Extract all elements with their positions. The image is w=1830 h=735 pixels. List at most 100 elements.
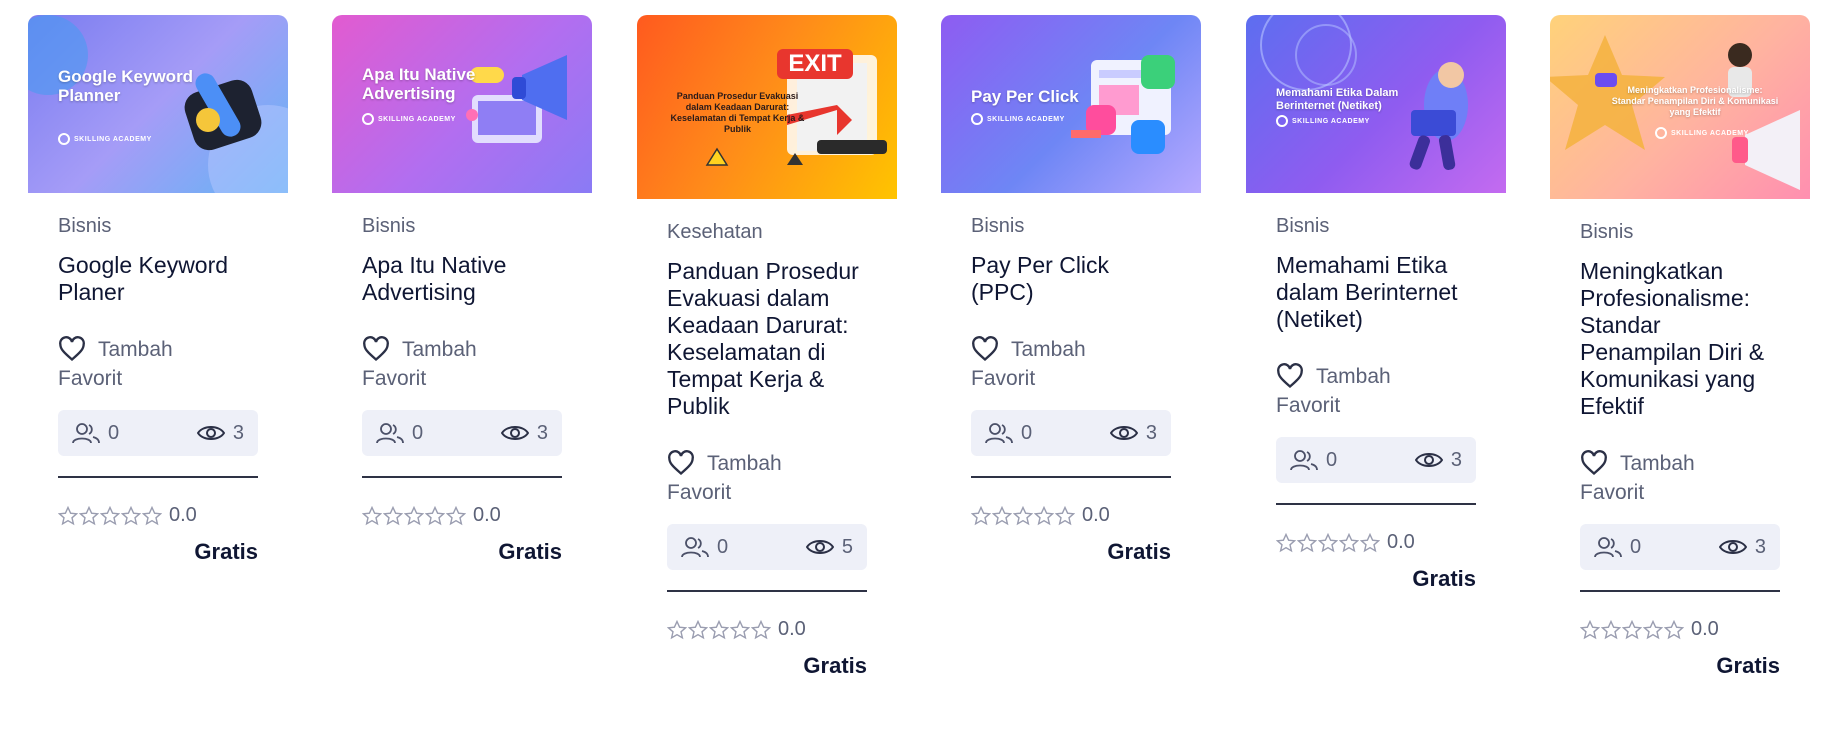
views-stat: 3	[1414, 449, 1462, 472]
course-stats: 0 3	[362, 410, 562, 456]
course-thumbnail[interactable]: Meningkatkan Profesionalisme: Standar Pe…	[1550, 15, 1810, 199]
add-favorite-button[interactable]: Tambah Favorit	[362, 336, 562, 394]
participants-stat: 0	[1594, 536, 1641, 559]
course-thumbnail[interactable]: Apa Itu Native Advertising SKILLING ACAD…	[332, 15, 592, 193]
course-card[interactable]: EXIT Panduan Prosedur Evakuasi dalam Kea…	[637, 15, 897, 679]
star-rating	[1580, 619, 1685, 640]
star-icon	[1664, 619, 1684, 639]
star-icon	[383, 505, 403, 525]
star-icon	[1276, 532, 1296, 552]
heart-icon	[1277, 363, 1303, 389]
course-thumbnail[interactable]: Google Keyword Planner SKILLING ACADEMY	[28, 15, 288, 193]
course-price: Gratis	[194, 539, 258, 564]
academy-logo: SKILLING ACADEMY	[1276, 115, 1370, 127]
course-price: Gratis	[498, 539, 562, 564]
course-category: Bisnis	[362, 215, 416, 237]
users-icon	[1594, 537, 1622, 558]
participants-stat: 0	[985, 422, 1032, 445]
course-price: Gratis	[803, 653, 867, 678]
participants-stat: 0	[376, 422, 423, 445]
add-favorite-button[interactable]: Tambah Favorit	[1276, 363, 1476, 421]
star-icon	[1360, 532, 1380, 552]
add-favorite-button[interactable]: Tambah Favorit	[971, 336, 1171, 394]
course-stats: 0 5	[667, 524, 867, 570]
participants-stat: 0	[72, 422, 119, 445]
course-stats: 0 3	[971, 410, 1171, 456]
star-icon	[688, 619, 708, 639]
eye-icon	[1718, 540, 1747, 554]
favorite-label: Favorit	[1276, 394, 1341, 417]
users-icon	[72, 423, 100, 444]
views-stat: 3	[196, 422, 244, 445]
eye-icon	[805, 540, 834, 554]
star-icon	[971, 505, 991, 525]
course-card[interactable]: Google Keyword Planner SKILLING ACADEMY …	[28, 15, 288, 565]
participants-stat: 0	[1290, 449, 1337, 472]
divider	[971, 476, 1171, 478]
course-card[interactable]: Pay Per Click SKILLING ACADEMY Bisnis Pa…	[941, 15, 1201, 565]
star-icon	[121, 505, 141, 525]
course-price: Gratis	[1107, 539, 1171, 564]
star-icon	[425, 505, 445, 525]
rating: 0.0	[362, 504, 562, 527]
star-rating	[58, 505, 163, 526]
eye-icon	[196, 426, 225, 440]
course-title[interactable]: Memahami Etika dalam Berinternet (Netike…	[1276, 252, 1476, 333]
star-icon	[142, 505, 162, 525]
course-title[interactable]: Pay Per Click (PPC)	[971, 252, 1171, 306]
star-icon	[992, 505, 1012, 525]
star-icon	[709, 619, 729, 639]
star-icon	[751, 619, 771, 639]
course-card[interactable]: Memahami Etika Dalam Berinternet (Netike…	[1246, 15, 1506, 592]
course-thumbnail[interactable]: EXIT Panduan Prosedur Evakuasi dalam Kea…	[637, 15, 897, 199]
rating: 0.0	[1276, 531, 1476, 554]
course-category: Bisnis	[58, 215, 112, 237]
divider	[1276, 503, 1476, 505]
eye-icon	[1109, 426, 1138, 440]
users-icon	[1290, 450, 1318, 471]
academy-logo: SKILLING ACADEMY	[58, 133, 152, 145]
rating: 0.0	[1580, 618, 1780, 641]
course-price: Gratis	[1716, 653, 1780, 678]
course-card[interactable]: Meningkatkan Profesionalisme: Standar Pe…	[1550, 15, 1810, 679]
star-rating	[971, 505, 1076, 526]
add-favorite-button[interactable]: Tambah Favorit	[58, 336, 258, 394]
star-rating	[362, 505, 467, 526]
course-stats: 0 3	[1580, 524, 1780, 570]
favorite-label: Favorit	[58, 367, 123, 390]
views-stat: 3	[1109, 422, 1157, 445]
course-title[interactable]: Apa Itu Native Advertising	[362, 252, 562, 306]
star-icon	[1601, 619, 1621, 639]
course-category: Bisnis	[1580, 221, 1634, 243]
course-title[interactable]: Meningkatkan Profesionalisme: Standar Pe…	[1580, 258, 1780, 420]
rating: 0.0	[971, 504, 1171, 527]
thumbnail-title: Meningkatkan Profesionalisme: Standar Pe…	[1611, 85, 1779, 117]
rating: 0.0	[667, 618, 867, 641]
star-icon	[79, 505, 99, 525]
academy-logo: SKILLING ACADEMY	[971, 113, 1065, 125]
course-thumbnail[interactable]: Memahami Etika Dalam Berinternet (Netike…	[1246, 15, 1506, 193]
course-category: Kesehatan	[667, 221, 763, 243]
exit-sign: EXIT	[777, 49, 853, 79]
course-thumbnail[interactable]: Pay Per Click SKILLING ACADEMY	[941, 15, 1201, 193]
star-icon	[1622, 619, 1642, 639]
add-favorite-button[interactable]: Tambah Favorit	[667, 450, 867, 508]
divider	[667, 590, 867, 592]
views-stat: 3	[1718, 536, 1766, 559]
rating: 0.0	[58, 504, 258, 527]
eye-icon	[500, 426, 529, 440]
rating-value: 0.0	[1082, 504, 1110, 526]
rating-value: 0.0	[778, 618, 806, 640]
heart-icon	[363, 336, 389, 362]
course-title[interactable]: Google Keyword Planer	[58, 252, 258, 306]
star-icon	[446, 505, 466, 525]
add-favorite-button[interactable]: Tambah Favorit	[1580, 450, 1780, 508]
star-icon	[404, 505, 424, 525]
thumbnail-title: Google Keyword Planner	[58, 67, 194, 105]
course-card[interactable]: Apa Itu Native Advertising SKILLING ACAD…	[332, 15, 592, 565]
favorite-label: Tambah	[1316, 365, 1391, 388]
course-title[interactable]: Panduan Prosedur Evakuasi dalam Keadaan …	[667, 258, 867, 420]
views-stat: 3	[500, 422, 548, 445]
rating-value: 0.0	[1691, 618, 1719, 640]
course-stats: 0 3	[1276, 437, 1476, 483]
